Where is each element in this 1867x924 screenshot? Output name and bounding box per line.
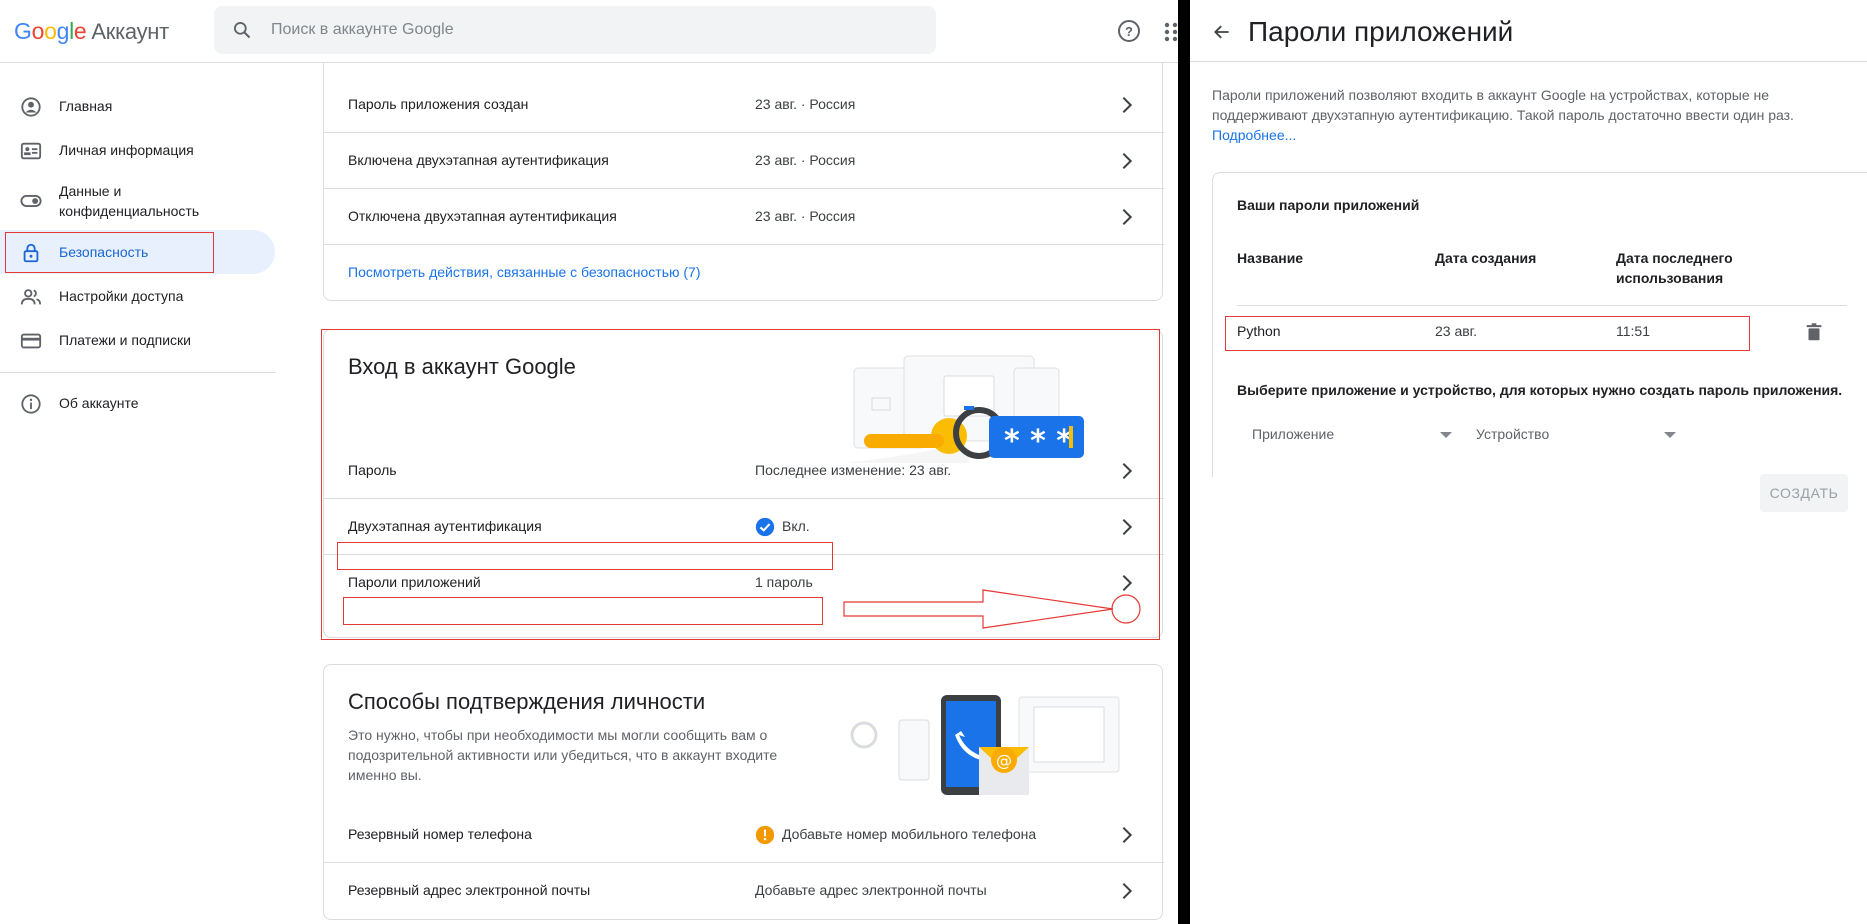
activity-value: 23 авг. · Россия	[755, 96, 856, 112]
sidebar-item-data-privacy[interactable]: Данные и конфиденциальность	[0, 172, 276, 230]
chevron-right-icon	[1122, 152, 1133, 170]
column-header-last-used: Дата последнего использования	[1616, 250, 1733, 286]
annotation-arrow	[843, 589, 1141, 629]
recovery-email-value: Добавьте адрес электронной почты	[755, 882, 987, 898]
column-header-name: Название	[1237, 250, 1304, 266]
recovery-phone-row[interactable]: Резервный номер телефона Добавьте номер …	[324, 807, 1164, 863]
people-icon	[20, 289, 42, 305]
top-bar: GoogleАккаунт ?	[0, 0, 1178, 63]
view-security-activity-link[interactable]: Посмотреть действия, связанные с безопас…	[348, 264, 701, 280]
sidebar-item-about[interactable]: Об аккаунте	[0, 381, 276, 425]
sidebar-item-label: Личная информация	[59, 142, 194, 158]
verification-card-title: Способы подтверждения личности	[348, 689, 706, 714]
annotation-box-security	[5, 232, 214, 273]
annotation-box-app-passwords	[343, 597, 823, 625]
product-name: Аккаунт	[91, 19, 169, 44]
apps-grid-icon[interactable]	[1164, 22, 1178, 42]
activity-value: 23 авг. · Россия	[755, 208, 856, 224]
app-passwords-page: Пароли приложений Пароли приложений позв…	[1190, 0, 1867, 924]
sidebar-item-label: Настройки доступа	[59, 288, 184, 304]
chevron-right-icon	[1122, 208, 1133, 226]
back-arrow-icon[interactable]	[1212, 22, 1232, 42]
verification-illustration: @	[850, 695, 1120, 795]
activity-label: Пароль приложения создан	[348, 96, 529, 112]
search-box[interactable]	[214, 6, 936, 54]
activity-label: Включена двухэтапная аутентификация	[348, 152, 609, 168]
column-header-created: Дата создания	[1435, 250, 1537, 266]
chevron-right-icon	[1122, 96, 1133, 114]
info-icon	[21, 394, 41, 414]
toggle-icon	[20, 195, 42, 207]
svg-text:?: ?	[1125, 24, 1133, 39]
activity-row[interactable]: Отключена двухэтапная аутентификация 23 …	[324, 189, 1164, 245]
create-button[interactable]: СОЗДАТЬ	[1760, 474, 1848, 512]
activity-row[interactable]: Пароль приложения создан 23 авг. · Росси…	[324, 77, 1164, 133]
google-account-logo[interactable]: Google Аккаунт	[14, 18, 169, 45]
recent-security-activity-card: Пароль приложения создан 23 авг. · Росси…	[323, 40, 1164, 301]
list-title: Ваши пароли приложений	[1237, 197, 1420, 213]
verification-description: Это нужно, чтобы при необходимости мы мо…	[348, 727, 778, 783]
device-select-value: Устройство	[1476, 426, 1550, 442]
sidebar-item-sharing[interactable]: Настройки доступа	[0, 274, 276, 318]
recovery-email-label: Резервный адрес электронной почты	[348, 882, 591, 898]
id-card-icon	[20, 142, 42, 160]
delete-icon[interactable]	[1803, 321, 1825, 343]
app-passwords-header: Пароли приложений	[1190, 0, 1867, 62]
google-account-page: GoogleАккаунт ? Главная Личная информаци…	[0, 0, 1178, 924]
dropdown-arrow-icon	[1664, 432, 1676, 438]
recovery-phone-label: Резервный номер телефона	[348, 826, 532, 842]
home-icon	[21, 97, 41, 117]
sidebar-item-payments[interactable]: Платежи и подписки	[0, 318, 276, 362]
app-passwords-description: Пароли приложений позволяют входить в ак…	[1212, 85, 1852, 145]
svg-text:@: @	[996, 751, 1012, 770]
sidebar-item-personal-info[interactable]: Личная информация	[0, 128, 276, 172]
learn-more-link[interactable]: Подробнее...	[1212, 127, 1296, 143]
sidebar-divider	[0, 372, 276, 373]
create-prompt: Выберите приложение и устройство, для ко…	[1237, 382, 1843, 398]
pane-divider	[1178, 0, 1190, 924]
activity-value: 23 авг. · Россия	[755, 152, 856, 168]
activity-row[interactable]: Включена двухэтапная аутентификация 23 а…	[324, 133, 1164, 189]
identity-verification-card: Способы подтверждения личности Это нужно…	[323, 664, 1164, 920]
recovery-phone-value: Добавьте номер мобильного телефона	[782, 826, 1037, 842]
app-select-value: Приложение	[1252, 426, 1335, 442]
activity-label: Отключена двухэтапная аутентификация	[348, 208, 617, 224]
dropdown-arrow-icon	[1440, 432, 1452, 438]
device-select[interactable]: Устройство	[1476, 418, 1686, 450]
credit-card-icon	[20, 333, 42, 349]
table-header-divider	[1237, 305, 1847, 306]
annotation-box-two-step	[337, 542, 833, 570]
chevron-right-icon	[1122, 882, 1133, 900]
description-text: Пароли приложений позволяют входить в ак…	[1212, 87, 1794, 123]
page-title: Пароли приложений	[1248, 16, 1514, 47]
sidebar-item-label: Платежи и подписки	[59, 332, 191, 348]
sidebar-item-label: Данные и конфиденциальность	[59, 183, 200, 219]
app-select[interactable]: Приложение	[1252, 418, 1462, 450]
annotation-box-python-row	[1225, 316, 1750, 351]
recovery-email-row[interactable]: Резервный адрес электронной почты Добавь…	[324, 863, 1164, 919]
sidebar-item-label: Главная	[59, 98, 113, 114]
help-icon[interactable]: ?	[1117, 19, 1141, 43]
chevron-right-icon	[1122, 826, 1133, 844]
search-icon[interactable]	[232, 20, 252, 40]
sidebar-item-home[interactable]: Главная	[0, 84, 276, 128]
warning-icon	[755, 825, 775, 845]
search-input[interactable]	[271, 6, 911, 54]
sidebar-item-label: Об аккаунте	[59, 395, 139, 411]
